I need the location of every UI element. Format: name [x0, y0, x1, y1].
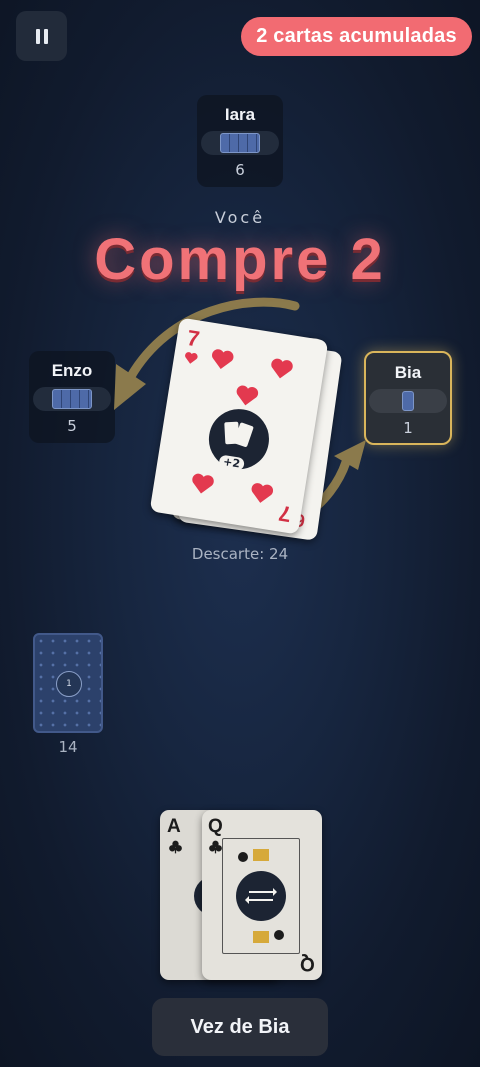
turn-status-button[interactable]: Vez de Bia	[152, 998, 328, 1056]
heart-pip-icon	[236, 385, 259, 406]
opponent-name: Enzo	[51, 361, 93, 380]
card-rank: A	[167, 816, 181, 837]
opponent-card-count: 5	[67, 417, 77, 435]
heart-pip-icon	[271, 358, 293, 379]
current-player-label: Você	[214, 208, 266, 227]
draw-deck[interactable]: 1	[33, 633, 103, 733]
opponent-hand-track	[201, 131, 279, 155]
opponent-hand-cards	[52, 389, 92, 409]
club-suit-icon	[169, 840, 182, 854]
opponent-card-count: 6	[235, 161, 245, 179]
swap-arrows-icon	[245, 888, 277, 904]
card-rank: Q	[208, 816, 223, 837]
club-suit-icon	[209, 840, 222, 854]
reverse-effect-icon	[236, 871, 286, 921]
opponent-card-count: 1	[403, 419, 413, 437]
cards-icon	[224, 421, 254, 447]
action-banner: Compre 2	[94, 227, 386, 292]
opponent-panel-iara: Iara 6	[197, 95, 283, 187]
opponent-hand-track	[369, 389, 447, 413]
hand-card-queen-clubs[interactable]: Q Q	[202, 810, 322, 980]
heart-suit-icon	[185, 352, 198, 364]
discard-top-card: 7 7 +2	[149, 317, 329, 535]
opponent-hand-cards	[220, 133, 260, 153]
deck-badge: 1	[56, 671, 82, 697]
opponent-name: Iara	[224, 105, 256, 124]
heart-pip-icon	[192, 473, 214, 494]
deck-count: 14	[58, 738, 78, 756]
pause-icon	[35, 28, 48, 44]
effect-label: +2	[218, 454, 245, 472]
opponent-name: Bia	[394, 363, 422, 382]
stack-count-badge: 2 cartas acumuladas	[241, 17, 472, 56]
discard-count-label: Descarte: 24	[191, 545, 289, 563]
heart-pip-icon	[251, 483, 273, 503]
opponent-hand-cards	[402, 391, 414, 411]
card-rank: 7	[276, 500, 293, 528]
pause-button[interactable]	[16, 11, 67, 61]
heart-pip-icon	[212, 349, 234, 370]
face-card-frame	[222, 838, 300, 954]
discard-pile: 6 7 7 +2	[149, 317, 350, 550]
card-rank: Q	[300, 953, 315, 974]
card-rank: 7	[185, 324, 202, 352]
draw-two-effect-icon: +2	[201, 401, 277, 477]
